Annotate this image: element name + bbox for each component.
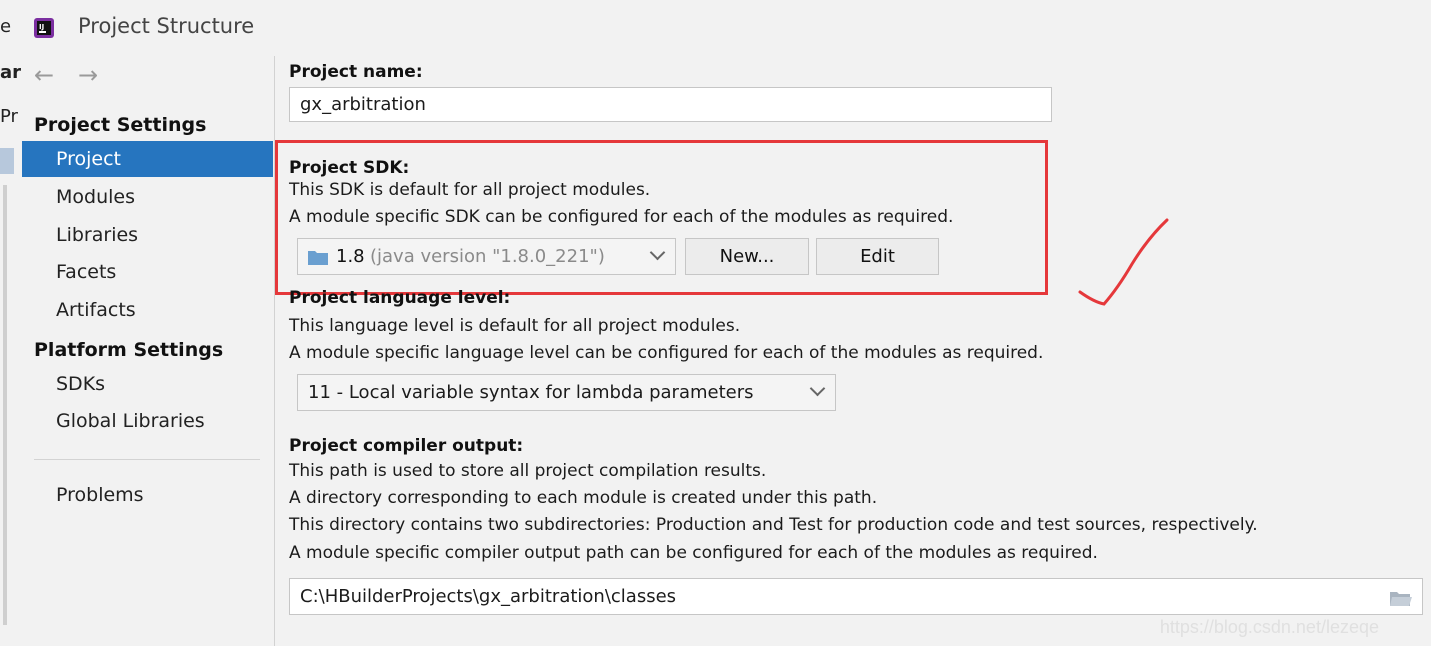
strip-selection (0, 148, 14, 174)
strip-char: Pr (0, 106, 18, 127)
sidebar-item-global-libraries[interactable]: Global Libraries (22, 403, 273, 439)
compiler-output-path-input[interactable]: C:\HBuilderProjects\gx_arbitration\class… (289, 578, 1423, 615)
intellij-app-icon: IJ (34, 18, 54, 38)
compiler-output-path: C:\HBuilderProjects\gx_arbitration\class… (300, 586, 677, 607)
sidebar: ← → Project Settings Project Modules Lib… (22, 56, 275, 646)
sidebar-item-artifacts[interactable]: Artifacts (22, 292, 273, 328)
compiler-output-label: Project compiler output: (289, 436, 524, 456)
folder-icon[interactable] (1390, 590, 1412, 606)
checkmark-annotation-icon (1078, 218, 1169, 306)
sidebar-item-sdks[interactable]: SDKs (22, 366, 273, 402)
compiler-output-desc-4: A module specific compiler output path c… (289, 543, 1098, 563)
strip-char: ar (0, 62, 22, 83)
project-name-label: Project name: (289, 62, 423, 82)
sidebar-divider (34, 459, 260, 460)
language-level-desc-2: A module specific language level can be … (289, 343, 1044, 363)
chevron-down-icon (809, 380, 826, 397)
platform-settings-heading: Platform Settings (34, 339, 224, 361)
strip-char: e (0, 16, 12, 37)
svg-text:IJ: IJ (39, 23, 44, 31)
project-name-input[interactable]: gx_arbitration (289, 87, 1052, 122)
sidebar-item-modules[interactable]: Modules (22, 179, 273, 215)
compiler-output-desc-3: This directory contains two subdirectori… (289, 515, 1258, 535)
sidebar-item-project[interactable]: Project (22, 141, 273, 177)
compiler-output-desc-1: This path is used to store all project c… (289, 461, 767, 481)
watermark: https://blog.csdn.net/lezeqe (1159, 617, 1379, 637)
sidebar-item-problems[interactable]: Problems (22, 477, 273, 513)
window-title: Project Structure (78, 14, 255, 38)
language-level-desc-1: This language level is default for all p… (289, 316, 741, 336)
sidebar-item-libraries[interactable]: Libraries (22, 217, 273, 253)
language-level-value: 11 - Local variable syntax for lambda pa… (308, 382, 754, 403)
sidebar-item-facets[interactable]: Facets (22, 254, 273, 290)
strip-scrollbar[interactable] (3, 185, 7, 625)
back-arrow-icon[interactable]: ← (34, 61, 54, 89)
red-annotation-box (275, 140, 1048, 295)
language-level-label: Project language level: (289, 288, 511, 308)
language-level-dropdown[interactable]: 11 - Local variable syntax for lambda pa… (297, 374, 836, 411)
compiler-output-desc-2: A directory corresponding to each module… (289, 488, 878, 508)
title-bar: IJ Project Structure (22, 0, 1431, 56)
project-settings-heading: Project Settings (34, 114, 207, 136)
project-settings-panel: Project name: gx_arbitration Project SDK… (275, 56, 1431, 646)
background-window-strip: e ar Pr (0, 0, 22, 646)
forward-arrow-icon[interactable]: → (78, 61, 98, 89)
